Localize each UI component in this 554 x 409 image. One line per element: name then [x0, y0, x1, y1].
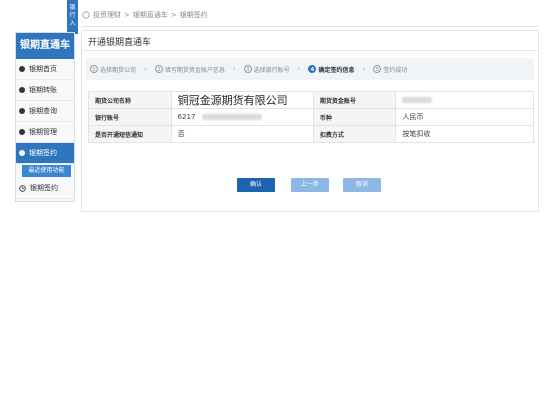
step-number: 3 — [243, 65, 252, 73]
value-futures-company: 铜冠金源期货有限公司 — [170, 91, 314, 109]
page-title: 开通银期直通车 — [88, 38, 152, 48]
breadcrumb: 投资理财 > 银期直通车 > 银期签约 — [82, 10, 208, 20]
bank-account-prefix: 6217 — [177, 113, 196, 121]
sidebar-item-sign-extra[interactable]: 银期签约 — [16, 178, 74, 199]
home-icon[interactable] — [82, 11, 90, 19]
table-row: 是否开通短信通知 否 扣费方式 按笔扣收 — [88, 125, 534, 143]
bullet-icon — [19, 66, 25, 72]
breadcrumb-separator: > — [124, 11, 130, 19]
bullet-icon — [19, 129, 25, 135]
label-sms-notice: 是否开通短信通知 — [88, 125, 172, 143]
chevron-right-icon: › — [297, 65, 301, 73]
header-divider — [82, 26, 538, 27]
sidebar-item-label: 银期签约 — [30, 184, 58, 192]
bullet-icon — [19, 150, 25, 156]
bullet-icon — [19, 108, 25, 114]
table-row: 期货公司名称 铜冠金源期货有限公司 期货资金账号 — [88, 91, 534, 109]
label-fee-method: 扣费方式 — [312, 125, 397, 143]
step-label: 签约成功 — [383, 66, 408, 74]
step-label: 选择银行账号 — [253, 66, 290, 74]
sidebar: 银期直通车 银期首页 银期转账 银期查询 银期管理 银期签约 最近使用功能 银期… — [15, 32, 75, 202]
sidebar-item-label: 银期签约 — [29, 149, 57, 157]
sidebar-item-home[interactable]: 银期首页 — [16, 59, 74, 80]
title-divider — [82, 50, 538, 51]
sidebar-item-sign[interactable]: 银期签约 — [16, 143, 74, 164]
sidebar-item-manage[interactable]: 银期管理 — [16, 122, 74, 143]
masked-value — [201, 114, 262, 120]
value-futures-account — [395, 91, 534, 109]
clock-icon — [19, 184, 26, 192]
value-currency: 人民币 — [395, 108, 534, 126]
step-number: 4 — [308, 65, 317, 73]
confirm-button[interactable]: 确认 — [237, 178, 275, 192]
side-badge[interactable]: 银行入 — [67, 0, 78, 34]
breadcrumb-item[interactable]: 银期直通车 — [133, 10, 168, 20]
step-label: 填写期货资金账户信息 — [164, 66, 225, 74]
prev-step-button[interactable]: 上一步 — [291, 178, 329, 192]
step-2: 2 填写期货资金账户信息 — [154, 65, 225, 74]
chevron-right-icon: › — [362, 65, 366, 73]
futures-company-name: 铜冠金源期货有限公司 — [177, 94, 288, 107]
step-5: 5 签约成功 — [373, 65, 407, 74]
breadcrumb-item: 银期签约 — [179, 11, 208, 19]
cancel-button[interactable]: 取消 — [343, 178, 381, 192]
value-bank-account: 6217 — [170, 108, 314, 126]
step-number: 5 — [373, 65, 382, 73]
chevron-right-icon: › — [232, 65, 236, 73]
main-panel: 开通银期直通车 1 选择期货公司 › 2 填写期货资金账户信息 › 3 选择银行… — [81, 30, 539, 212]
step-label: 确定签约信息 — [318, 66, 355, 74]
chevron-right-icon: › — [144, 65, 147, 73]
label-currency: 币种 — [312, 108, 397, 126]
step-4: 4 确定签约信息 — [308, 65, 355, 74]
step-3: 3 选择银行账号 — [243, 65, 290, 74]
step-number: 1 — [90, 65, 98, 73]
breadcrumb-item[interactable]: 投资理财 — [93, 10, 121, 20]
sidebar-subitem-recent[interactable]: 最近使用功能 — [22, 165, 71, 177]
step-progress: 1 选择期货公司 › 2 填写期货资金账户信息 › 3 选择银行账号 › 4 确… — [86, 58, 534, 80]
value-fee-method: 按笔扣收 — [395, 125, 534, 143]
label-bank-account: 银行账号 — [88, 108, 172, 126]
sidebar-item-label: 银期管理 — [29, 128, 57, 136]
masked-value — [402, 97, 433, 103]
sidebar-item-label: 银期首页 — [29, 65, 57, 73]
sidebar-title: 银期直通车 — [16, 33, 74, 59]
sidebar-item-label: 银期转账 — [29, 86, 57, 94]
label-futures-account: 期货资金账号 — [312, 91, 397, 109]
label-futures-company: 期货公司名称 — [88, 91, 172, 109]
sign-info-table: 期货公司名称 铜冠金源期货有限公司 期货资金账号 银行账号 6217 币种 人民… — [88, 91, 534, 143]
step-label: 选择期货公司 — [100, 66, 137, 74]
step-number: 2 — [154, 65, 163, 73]
sidebar-item-label: 银期查询 — [29, 107, 57, 115]
bullet-icon — [19, 87, 25, 93]
value-sms-notice: 否 — [170, 125, 314, 143]
step-1: 1 选择期货公司 — [90, 65, 136, 74]
sidebar-item-query[interactable]: 银期查询 — [16, 101, 74, 122]
sidebar-item-transfer[interactable]: 银期转账 — [16, 80, 74, 101]
table-row: 银行账号 6217 币种 人民币 — [88, 108, 534, 126]
breadcrumb-separator: > — [170, 11, 177, 19]
